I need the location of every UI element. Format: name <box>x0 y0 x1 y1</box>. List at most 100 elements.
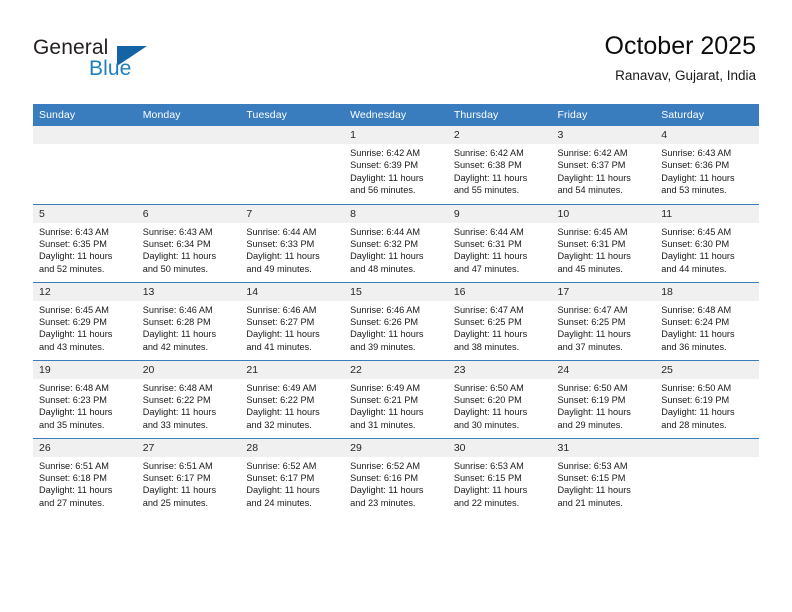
sunrise-time: Sunrise: 6:44 AM <box>246 226 317 237</box>
sunrise-time: Sunrise: 6:53 AM <box>453 460 524 471</box>
day-number: 15 <box>344 282 448 301</box>
calendar-day-cell[interactable]: 6 Sunrise: 6:43 AM Sunset: 6:34 PM Daylight… <box>136 203 241 282</box>
sunrise-time: Sunrise: 6:45 AM <box>557 226 628 237</box>
daylight-duration-line2: and 50 minutes. <box>142 263 209 274</box>
daylight-duration-line2: and 54 minutes. <box>557 185 623 196</box>
daylight-duration-line1: Daylight: 11 hours <box>557 251 631 262</box>
calendar-day-cell[interactable]: 4 Sunrise: 6:43 AM Sunset: 6:36 PM Daylight… <box>655 126 759 204</box>
daylight-duration-line1: Daylight: 11 hours <box>453 329 528 340</box>
sun-info: Sunrise: 6:51 AM Sunset: 6:18 PM Daylight:… <box>33 457 137 510</box>
daylight-duration-line2: and 33 minutes. <box>142 419 209 430</box>
sun-info: Sunrise: 6:43 AM Sunset: 6:34 PM Daylight:… <box>137 223 241 276</box>
calendar-day-cell[interactable]: 3 Sunrise: 6:42 AM Sunset: 6:37 PM Daylight… <box>551 126 656 204</box>
calendar-day-cell[interactable]: 10 Sunrise: 6:45 AM Sunset: 6:31 PM Dayligh… <box>551 203 656 282</box>
day-number <box>33 126 137 144</box>
calendar-day-cell[interactable]: 18 Sunrise: 6:48 AM Sunset: 6:24 PM Dayligh… <box>655 281 759 360</box>
sunrise-time: Sunrise: 6:50 AM <box>453 382 524 393</box>
daylight-duration-line1: Daylight: 11 hours <box>557 172 631 183</box>
sun-info: Sunrise: 6:46 AM Sunset: 6:26 PM Daylight:… <box>344 301 448 354</box>
daylight-duration-line2: and 29 minutes. <box>557 419 623 430</box>
sunset-time: Sunset: 6:32 PM <box>350 238 419 249</box>
calendar-day-cell[interactable]: 28 Sunrise: 6:52 AM Sunset: 6:17 PM Dayligh… <box>240 437 345 516</box>
calendar-day-cell-empty <box>136 126 241 204</box>
daylight-duration-line1: Daylight: 11 hours <box>453 251 528 262</box>
sun-info: Sunrise: 6:45 AM Sunset: 6:31 PM Daylight:… <box>552 223 656 276</box>
daylight-duration-line1: Daylight: 11 hours <box>453 172 528 183</box>
daylight-duration-line1: Daylight: 11 hours <box>142 329 217 340</box>
daylight-duration-line2: and 28 minutes. <box>661 419 727 430</box>
sunset-time: Sunset: 6:33 PM <box>246 238 315 249</box>
calendar-page: General Blue October 2025 Ranavav, Gujar… <box>0 0 792 612</box>
calendar-day-cell[interactable]: 30 Sunrise: 6:53 AM Sunset: 6:15 PM Dayligh… <box>447 437 552 516</box>
sun-info: Sunrise: 6:48 AM Sunset: 6:22 PM Daylight:… <box>137 379 241 432</box>
daylight-duration-line2: and 43 minutes. <box>39 341 105 352</box>
day-number: 5 <box>33 204 137 223</box>
sun-info: Sunrise: 6:44 AM Sunset: 6:32 PM Daylight:… <box>344 223 448 276</box>
sun-info: Sunrise: 6:47 AM Sunset: 6:25 PM Daylight:… <box>552 301 656 354</box>
daylight-duration-line1: Daylight: 11 hours <box>39 407 113 418</box>
sunset-time: Sunset: 6:17 PM <box>142 472 211 483</box>
daylight-duration-line1: Daylight: 11 hours <box>350 329 424 340</box>
calendar-day-cell[interactable]: 13 Sunrise: 6:46 AM Sunset: 6:28 PM Dayligh… <box>136 281 241 360</box>
brand-logo[interactable]: General Blue <box>33 36 183 84</box>
calendar-day-cell[interactable]: 15 Sunrise: 6:46 AM Sunset: 6:26 PM Dayligh… <box>344 281 448 360</box>
calendar-day-cell-empty <box>240 126 345 204</box>
daylight-duration-line2: and 30 minutes. <box>453 419 520 430</box>
sunset-time: Sunset: 6:22 PM <box>142 394 211 405</box>
daylight-duration-line2: and 24 minutes. <box>246 497 312 508</box>
daylight-duration-line2: and 27 minutes. <box>39 497 105 508</box>
calendar-day-cell[interactable]: 21 Sunrise: 6:49 AM Sunset: 6:22 PM Dayligh… <box>240 359 345 438</box>
day-number: 27 <box>136 438 241 457</box>
daylight-duration-line1: Daylight: 11 hours <box>557 407 631 418</box>
calendar-day-cell[interactable]: 11 Sunrise: 6:45 AM Sunset: 6:30 PM Dayligh… <box>655 203 759 282</box>
calendar-day-cell[interactable]: 16 Sunrise: 6:47 AM Sunset: 6:25 PM Dayligh… <box>447 281 552 360</box>
brand-name-blue: Blue <box>89 57 132 80</box>
day-number: 21 <box>240 360 345 379</box>
sunset-time: Sunset: 6:38 PM <box>453 160 522 171</box>
calendar-day-cell[interactable]: 1 Sunrise: 6:42 AM Sunset: 6:39 PM Daylight… <box>344 126 448 204</box>
daylight-duration-line1: Daylight: 11 hours <box>142 485 217 496</box>
weekday-header-sunday: Sunday <box>33 104 137 126</box>
calendar-day-cell[interactable]: 5 Sunrise: 6:43 AM Sunset: 6:35 PM Daylight… <box>33 203 137 282</box>
calendar-day-cell[interactable]: 8 Sunrise: 6:44 AM Sunset: 6:32 PM Daylight… <box>344 203 448 282</box>
calendar-day-cell[interactable]: 25 Sunrise: 6:50 AM Sunset: 6:19 PM Dayligh… <box>655 359 759 438</box>
calendar-day-cell[interactable]: 23 Sunrise: 6:50 AM Sunset: 6:20 PM Dayligh… <box>447 359 552 438</box>
calendar-day-cell[interactable]: 22 Sunrise: 6:49 AM Sunset: 6:21 PM Dayligh… <box>344 359 448 438</box>
daylight-duration-line2: and 41 minutes. <box>246 341 312 352</box>
calendar-day-cell[interactable]: 20 Sunrise: 6:48 AM Sunset: 6:22 PM Dayligh… <box>136 359 241 438</box>
day-number: 10 <box>551 204 656 223</box>
sun-info: Sunrise: 6:44 AM Sunset: 6:31 PM Daylight:… <box>448 223 552 276</box>
calendar-day-cell-empty <box>655 437 759 516</box>
calendar-day-cell[interactable]: 29 Sunrise: 6:52 AM Sunset: 6:16 PM Dayligh… <box>344 437 448 516</box>
calendar-day-cell[interactable]: 24 Sunrise: 6:50 AM Sunset: 6:19 PM Dayligh… <box>551 359 656 438</box>
sun-info: Sunrise: 6:42 AM Sunset: 6:37 PM Daylight:… <box>552 144 656 197</box>
calendar-day-cell[interactable]: 14 Sunrise: 6:46 AM Sunset: 6:27 PM Dayligh… <box>240 281 345 360</box>
sun-info: Sunrise: 6:50 AM Sunset: 6:20 PM Daylight:… <box>448 379 552 432</box>
sun-info: Sunrise: 6:42 AM Sunset: 6:38 PM Daylight:… <box>448 144 552 197</box>
sun-info: Sunrise: 6:42 AM Sunset: 6:39 PM Daylight:… <box>344 144 448 197</box>
calendar-day-cell[interactable]: 31 Sunrise: 6:53 AM Sunset: 6:15 PM Dayligh… <box>551 437 656 516</box>
sunset-time: Sunset: 6:15 PM <box>557 472 626 483</box>
daylight-duration-line2: and 53 minutes. <box>661 185 727 196</box>
weekday-header-saturday: Saturday <box>655 104 759 126</box>
sunset-time: Sunset: 6:15 PM <box>453 472 522 483</box>
daylight-duration-line2: and 39 minutes. <box>350 341 416 352</box>
calendar-day-cell[interactable]: 27 Sunrise: 6:51 AM Sunset: 6:17 PM Dayligh… <box>136 437 241 516</box>
calendar-day-cell[interactable]: 7 Sunrise: 6:44 AM Sunset: 6:33 PM Daylight… <box>240 203 345 282</box>
calendar-container: Sunday Monday Tuesday Wednesday Thursday… <box>33 104 759 516</box>
calendar-day-cell[interactable]: 19 Sunrise: 6:48 AM Sunset: 6:23 PM Dayligh… <box>33 359 137 438</box>
day-number: 13 <box>136 282 241 301</box>
sun-info: Sunrise: 6:48 AM Sunset: 6:24 PM Daylight:… <box>655 301 759 354</box>
calendar-day-cell[interactable]: 9 Sunrise: 6:44 AM Sunset: 6:31 PM Daylight… <box>447 203 552 282</box>
sunrise-time: Sunrise: 6:51 AM <box>39 460 109 471</box>
day-number: 28 <box>240 438 345 457</box>
sunrise-time: Sunrise: 6:44 AM <box>350 226 421 237</box>
sunset-time: Sunset: 6:25 PM <box>453 316 522 327</box>
sunrise-time: Sunrise: 6:50 AM <box>661 382 732 393</box>
calendar-day-cell[interactable]: 26 Sunrise: 6:51 AM Sunset: 6:18 PM Dayligh… <box>33 437 137 516</box>
calendar-day-cell[interactable]: 12 Sunrise: 6:45 AM Sunset: 6:29 PM Dayligh… <box>33 281 137 360</box>
day-number: 24 <box>551 360 656 379</box>
calendar-day-cell[interactable]: 17 Sunrise: 6:47 AM Sunset: 6:25 PM Dayligh… <box>551 281 656 360</box>
calendar-day-cell[interactable]: 2 Sunrise: 6:42 AM Sunset: 6:38 PM Daylight… <box>447 126 552 204</box>
daylight-duration-line1: Daylight: 11 hours <box>557 485 631 496</box>
